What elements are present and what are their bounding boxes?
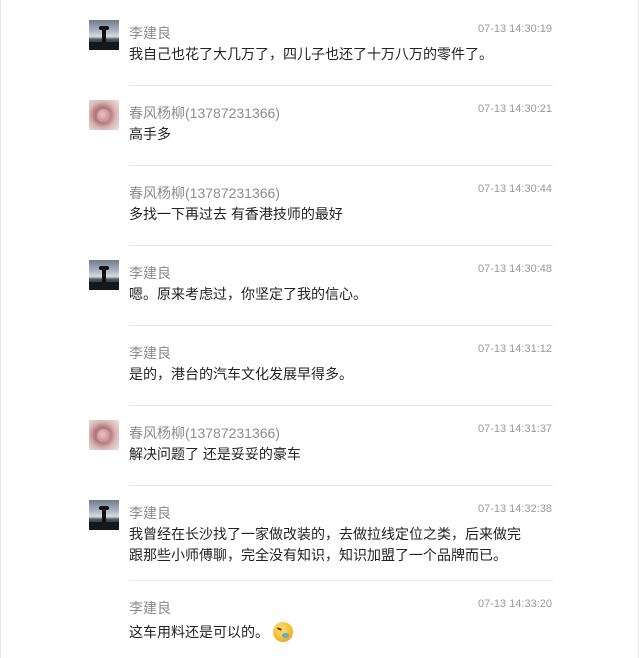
message-text: 我自己也花了大几万了，四儿子也还了十万八万的零件了。: [129, 46, 493, 62]
message-divider: [129, 85, 553, 86]
message-text-line: 我曾经在长沙找了一家做改装的，去做拉线定位之类，后来做完: [129, 526, 521, 542]
message-time: 07-13 14:31:37: [477, 423, 552, 435]
user-avatar[interactable]: [89, 20, 119, 50]
chat-window: 李建良 07-13 14:30:19 我自己也花了大几万了，四儿子也还了十万八万…: [0, 0, 639, 658]
message-time: 07-13 14:30:21: [477, 103, 552, 115]
message-divider: [129, 580, 553, 581]
message-text: 这车用料还是可以的。: [129, 622, 559, 643]
user-avatar[interactable]: [89, 100, 119, 130]
user-avatar[interactable]: [89, 420, 119, 450]
message-author[interactable]: 李建良: [129, 23, 171, 43]
message-text: 高手多: [129, 126, 171, 142]
user-avatar[interactable]: [89, 260, 119, 290]
message-text: 多找一下再过去 有香港技师的最好: [129, 206, 343, 222]
user-avatar[interactable]: [89, 500, 119, 530]
message-author[interactable]: 李建良: [129, 598, 171, 618]
message-time: 07-13 14:32:38: [477, 503, 552, 515]
message-list: 李建良 07-13 14:30:19 我自己也花了大几万了，四儿子也还了十万八万…: [1, 0, 639, 658]
message-author[interactable]: 李建良: [129, 503, 171, 523]
message-time: 07-13 14:31:12: [477, 343, 552, 355]
message-author[interactable]: 李建良: [129, 263, 171, 283]
message-author[interactable]: 春风杨柳(13787231366): [129, 103, 280, 123]
message-author[interactable]: 李建良: [129, 343, 171, 363]
message-text: 嗯。原来考虑过，你坚定了我的信心。: [129, 286, 367, 302]
message-text: 解决问题了 还是妥妥的豪车: [129, 446, 301, 462]
message-divider: [129, 245, 553, 246]
message-time: 07-13 14:33:20: [477, 598, 552, 610]
message-time: 07-13 14:30:48: [477, 263, 552, 275]
message-time: 07-13 14:30:19: [477, 23, 552, 35]
message-author[interactable]: 春风杨柳(13787231366): [129, 183, 280, 203]
crying-laughing-emoji-icon: [273, 622, 293, 642]
message-time: 07-13 14:30:44: [477, 183, 552, 195]
message-divider: [129, 405, 553, 406]
message-divider: [129, 325, 553, 326]
message-text-line: 跟那些小师傅聊，完全没有知识，知识加盟了一个品牌而已。: [129, 547, 507, 563]
message-text: 是的，港台的汽车文化发展早得多。: [129, 366, 353, 382]
message-text-content: 这车用料还是可以的。: [129, 624, 269, 640]
message-author[interactable]: 春风杨柳(13787231366): [129, 423, 280, 443]
message-divider: [129, 485, 553, 486]
message-divider: [129, 165, 553, 166]
